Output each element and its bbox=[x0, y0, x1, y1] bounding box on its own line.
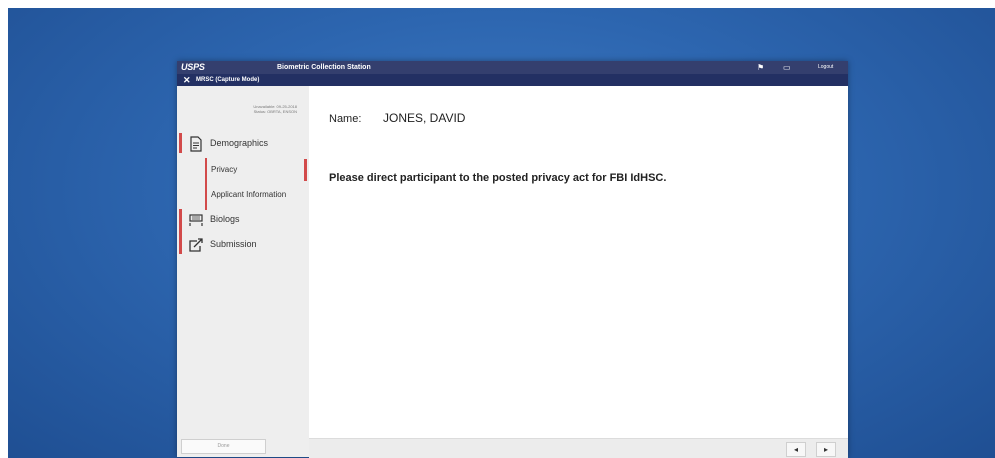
footer-bar: ◂ ▸ bbox=[309, 438, 848, 458]
participant-name: JONES, DAVID bbox=[383, 111, 466, 125]
back-button[interactable]: ◂ bbox=[786, 442, 806, 457]
desktop-background: USPS Biometric Collection Station ⚑ ▭ Lo… bbox=[8, 8, 995, 458]
substep-applicant-information[interactable]: Applicant Information bbox=[207, 187, 307, 205]
app-title: Biometric Collection Station bbox=[277, 64, 371, 71]
export-icon bbox=[189, 238, 203, 252]
substep-label: Privacy bbox=[211, 165, 238, 174]
usps-logo: USPS bbox=[181, 62, 205, 72]
monitor-icon[interactable]: ▭ bbox=[783, 61, 791, 74]
document-icon bbox=[190, 136, 202, 152]
title-bar: USPS Biometric Collection Station ⚑ ▭ Lo… bbox=[177, 61, 848, 74]
step-submission[interactable]: Submission bbox=[177, 235, 309, 255]
capture-mode-label: MRSC (Capture Mode) bbox=[196, 77, 260, 83]
privacy-message: Please direct participant to the posted … bbox=[329, 172, 667, 184]
flag-icon[interactable]: ⚑ bbox=[757, 61, 764, 74]
app-window: USPS Biometric Collection Station ⚑ ▭ Lo… bbox=[177, 61, 848, 458]
step-label: Demographics bbox=[210, 138, 269, 148]
step-label: Biologs bbox=[210, 214, 240, 224]
logout-link[interactable]: Logout bbox=[818, 61, 833, 74]
mode-bar: ✕ MRSC (Capture Mode) bbox=[177, 74, 848, 86]
close-x-icon[interactable]: ✕ bbox=[183, 74, 191, 86]
step-label: Submission bbox=[210, 239, 257, 249]
step-biologs[interactable]: Biologs bbox=[177, 210, 309, 230]
main-content: Name: JONES, DAVID Please direct partici… bbox=[309, 86, 848, 438]
session-info-line2: Status: OBRTA, ENSON bbox=[253, 109, 297, 114]
substep-privacy[interactable]: Privacy bbox=[207, 162, 307, 180]
next-button[interactable]: ▸ bbox=[816, 442, 836, 457]
name-label: Name: bbox=[329, 113, 362, 125]
workflow-sidebar: Unavailable: 09-25-2018 Status: OBRTA, E… bbox=[177, 86, 309, 457]
session-info: Unavailable: 09-25-2018 Status: OBRTA, E… bbox=[217, 104, 297, 114]
done-button[interactable]: Done bbox=[181, 439, 266, 454]
active-step-indicator bbox=[304, 159, 307, 181]
substep-label: Applicant Information bbox=[211, 190, 287, 199]
step-demographics[interactable]: Demographics bbox=[177, 134, 309, 154]
fingerprint-scanner-icon bbox=[189, 214, 203, 226]
